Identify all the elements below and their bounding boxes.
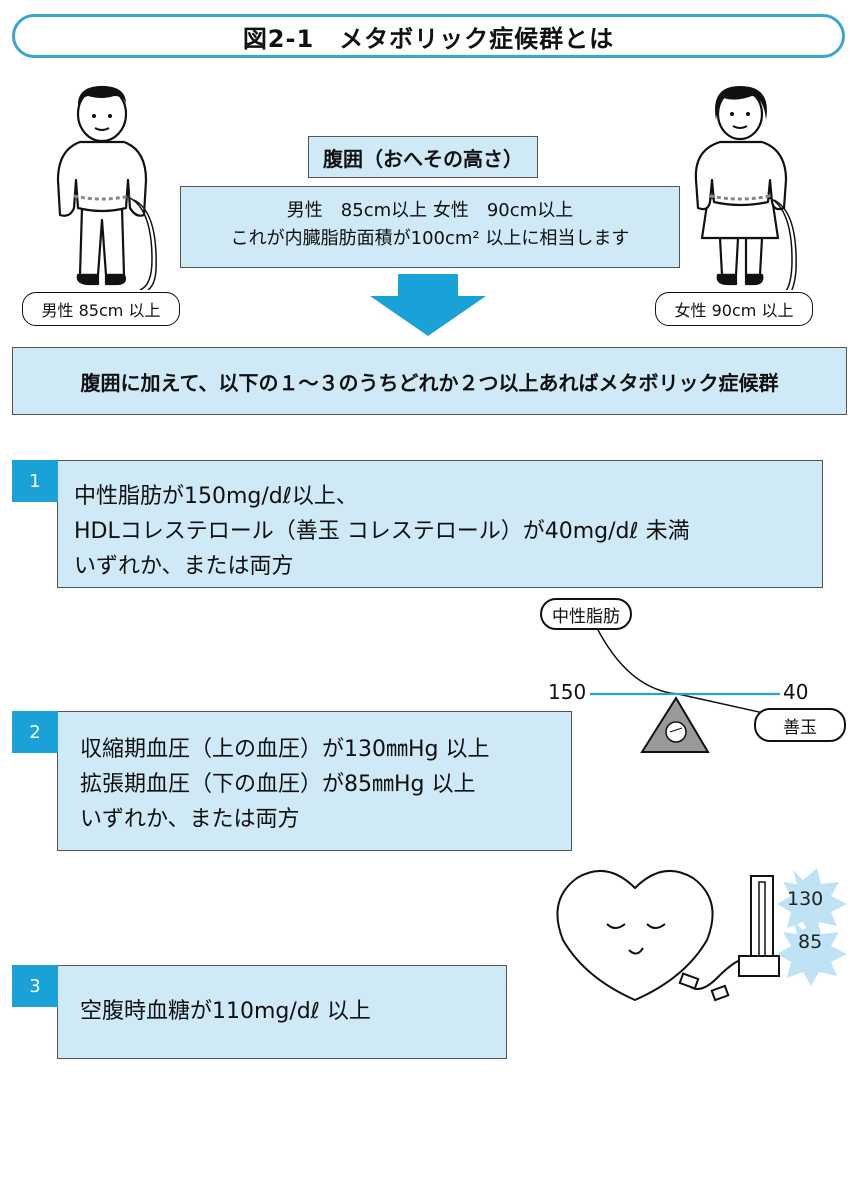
criterion-1-box: 中性脂肪が150mg/dℓ以上、 HDLコレステロール（善玉 コレステロール）が…	[57, 460, 823, 588]
male-waist-label-text: 男性 85cm 以上	[41, 301, 161, 320]
page-title-text: 図2-1 メタボリック症候群とは	[242, 24, 615, 53]
criterion-3-number: 3	[29, 975, 41, 997]
bp-upper-value: 130	[787, 888, 824, 910]
triglyceride-label: 中性脂肪	[540, 598, 632, 630]
female-figure-illustration	[694, 86, 797, 290]
male-figure-illustration	[56, 85, 157, 290]
female-waist-label-text: 女性 90cm 以上	[674, 301, 794, 320]
criterion-2-number: 2	[29, 721, 41, 743]
waist-heading-text: 腹囲（おへその高さ）	[323, 146, 523, 171]
criterion-3-line-1: 空腹時血糖が110mg/dℓ 以上	[80, 999, 371, 1024]
criterion-3-number-badge: 3	[12, 965, 58, 1007]
criterion-2-number-badge: 2	[12, 711, 58, 753]
bp-lower-value: 85	[798, 931, 823, 953]
down-arrow-icon	[370, 274, 486, 336]
waist-criteria-box: 男性 85cm以上 女性 90cm以上 これが内臓脂肪面積が100cm² 以上に…	[180, 186, 680, 268]
criterion-1-number: 1	[29, 470, 41, 492]
scale-left-value: 150	[548, 680, 587, 704]
banner-text: 腹囲に加えて、以下の１～３のうちどれか２つ以上あればメタボリック症候群	[80, 370, 779, 395]
criterion-2-line-1: 収縮期血圧（上の血圧）が130㎜Hg 以上	[80, 737, 490, 762]
triglyceride-label-text: 中性脂肪	[552, 606, 620, 627]
female-waist-label: 女性 90cm 以上	[655, 292, 813, 326]
criterion-3-box: 空腹時血糖が110mg/dℓ 以上	[57, 965, 507, 1059]
metabolic-condition-banner: 腹囲に加えて、以下の１～３のうちどれか２つ以上あればメタボリック症候群	[12, 347, 847, 415]
criterion-1-line-3: いずれか、または両方	[74, 554, 294, 579]
criterion-2-box: 収縮期血圧（上の血圧）が130㎜Hg 以上 拡張期血圧（下の血圧）が85㎜Hg …	[57, 711, 572, 851]
hdl-label: 善玉	[754, 708, 846, 742]
waist-heading: 腹囲（おへその高さ）	[308, 136, 538, 178]
criterion-2-line-3: いずれか、または両方	[80, 807, 300, 832]
waist-criteria-line-1: 男性 85cm以上 女性 90cm以上	[286, 200, 574, 221]
criterion-1-line-2: HDLコレステロール（善玉 コレステロール）が40mg/dℓ 未満	[74, 519, 690, 544]
criterion-2-line-2: 拡張期血圧（下の血圧）が85㎜Hg 以上	[80, 772, 476, 797]
scale-right-value: 40	[783, 680, 809, 704]
waist-criteria-line-2: これが内臓脂肪面積が100cm² 以上に相当します	[230, 228, 630, 249]
criterion-1-number-badge: 1	[12, 460, 58, 502]
male-waist-label: 男性 85cm 以上	[22, 292, 180, 326]
criterion-1-line-1: 中性脂肪が150mg/dℓ以上、	[74, 484, 358, 509]
hdl-label-text: 善玉	[783, 717, 817, 738]
page-title: 図2-1 メタボリック症候群とは	[12, 14, 845, 58]
